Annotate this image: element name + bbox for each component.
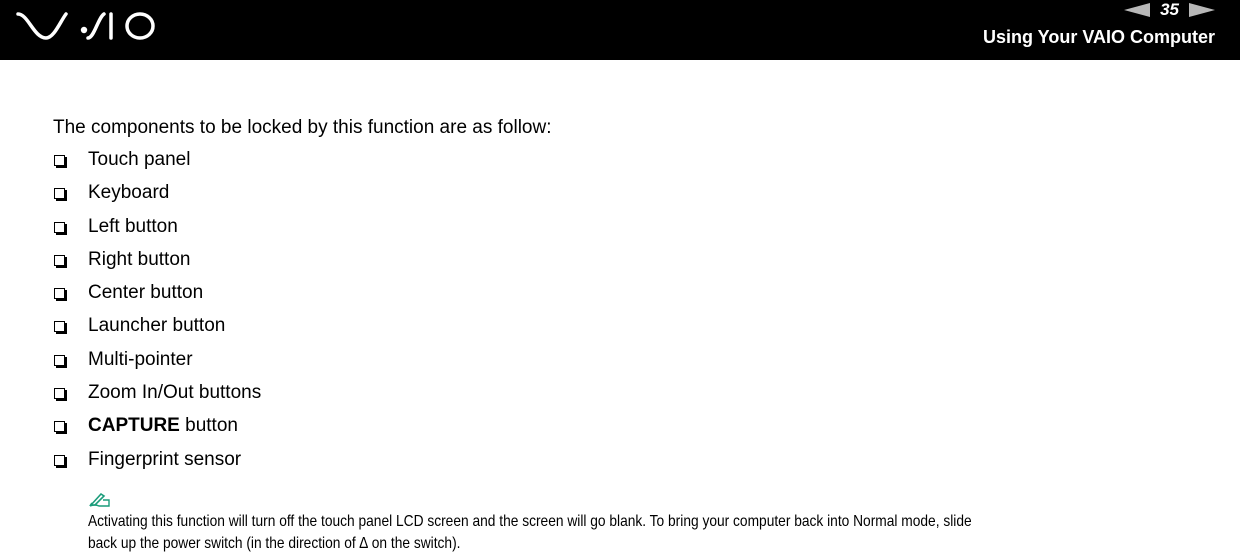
checkbox-bullet-icon [54, 454, 65, 466]
item-text: button [179, 415, 238, 437]
arrow-left-icon[interactable] [1124, 3, 1151, 17]
note-line-2: back up the power switch (in the directi… [88, 535, 461, 552]
list-item: Zoom In/Out buttons [53, 382, 261, 415]
arrow-right-icon[interactable] [1189, 3, 1215, 17]
list-item: CAPTURE button [53, 415, 261, 448]
checkbox-bullet-icon [54, 388, 65, 400]
list-item: Right button [53, 249, 261, 282]
component-list: Touch panel Keyboard Left button Right b… [53, 149, 261, 482]
checkbox-bullet-icon [54, 354, 65, 366]
list-item: Center button [53, 282, 261, 315]
item-text: Left button [88, 215, 178, 237]
header-bar: 35 Using Your VAIO Computer [0, 0, 1240, 60]
checkbox-bullet-icon [54, 254, 65, 266]
checkbox-bullet-icon [54, 155, 65, 166]
checkbox-bullet-icon [54, 288, 65, 300]
item-text: Fingerprint sensor [88, 448, 242, 470]
intro-text: The components to be locked by this func… [53, 117, 552, 138]
item-text: Touch panel [88, 149, 191, 170]
checkbox-bullet-icon [54, 221, 65, 233]
list-item: Keyboard [53, 182, 261, 215]
list-item: Launcher button [53, 315, 261, 348]
item-text: Center button [88, 282, 204, 304]
item-bold-text: CAPTURE [88, 415, 180, 437]
item-text: Multi-pointer [88, 348, 193, 370]
checkbox-bullet-icon [54, 188, 65, 200]
vaio-logo [16, 12, 155, 40]
checkbox-bullet-icon [54, 421, 65, 433]
note-pencil-icon [89, 492, 110, 507]
note-text: Activating this function will turn off t… [88, 511, 1197, 555]
item-text: Zoom In/Out buttons [88, 382, 262, 404]
item-text: Right button [88, 248, 191, 270]
list-item: Fingerprint sensor [53, 449, 261, 482]
list-item: Multi-pointer [53, 349, 261, 382]
item-text: Launcher button [88, 315, 226, 337]
list-item: Left button [53, 216, 261, 249]
note-line-1: Activating this function will turn off t… [88, 513, 972, 530]
list-item: Touch panel [53, 149, 261, 182]
section-title: Using Your VAIO Computer [982, 27, 1215, 47]
page-navigation: 35 [1124, 0, 1215, 20]
item-text: Keyboard [88, 182, 170, 204]
page-number: 35 [1160, 0, 1179, 19]
checkbox-bullet-icon [54, 321, 65, 333]
